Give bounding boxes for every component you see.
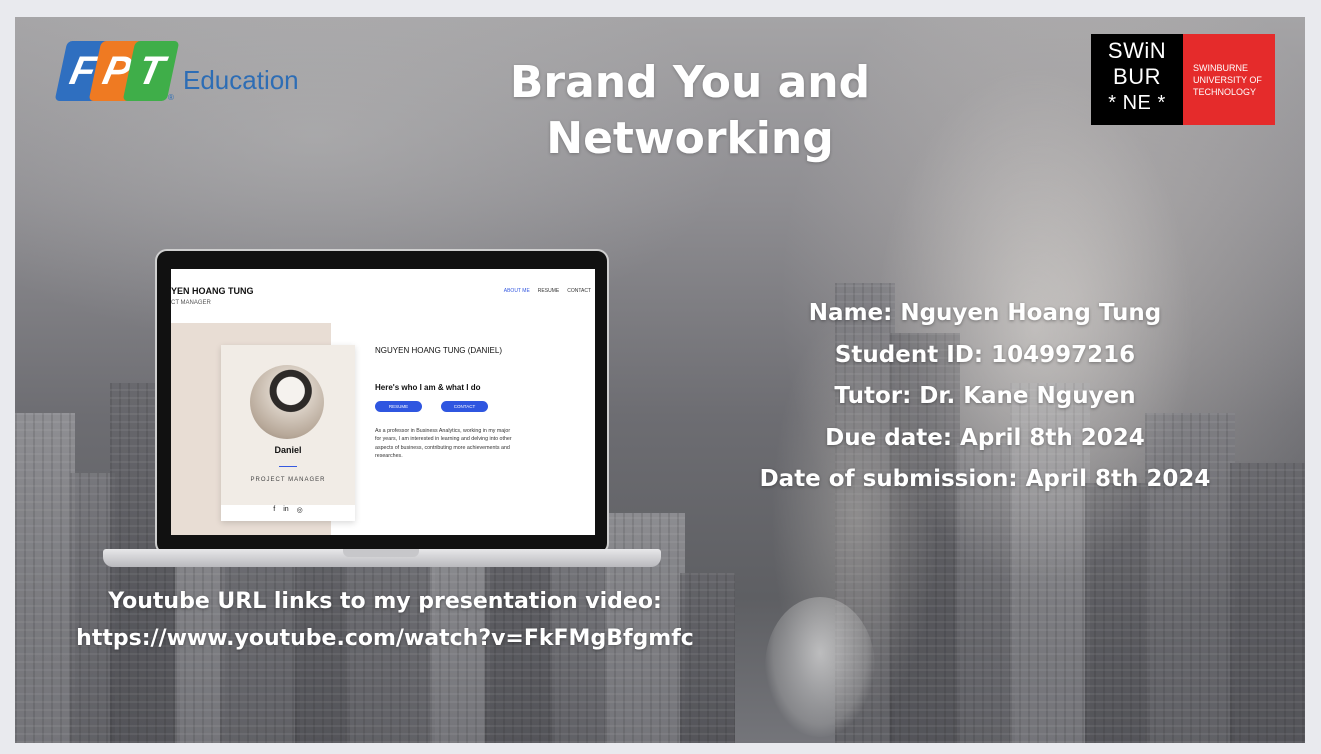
swinburne-name-line-2: UNIVERSITY OF (1193, 74, 1262, 85)
fpt-education-text: Education (183, 65, 299, 95)
profile-card-divider (279, 466, 297, 467)
blueprint-roll (765, 597, 875, 737)
submission-date: Date of submission: April 8th 2024 (759, 466, 1211, 492)
youtube-url-link[interactable]: https://www.youtube.com/watch?v=FkFMgBfg… (35, 620, 735, 657)
linkedin-icon[interactable]: in (283, 506, 288, 514)
hero-bio: As a professor in Business Analytics, wo… (375, 428, 512, 460)
swinburne-line-2: BUR (1113, 64, 1161, 89)
site-nav: ABOUT ME RESUME CONTACT (504, 288, 591, 294)
swinburne-line-3: * NE * (1108, 92, 1166, 114)
nav-about-me[interactable]: ABOUT ME (504, 288, 530, 294)
profile-card: Daniel PROJECT MANAGER f in ◎ (221, 345, 355, 521)
fpt-registered-mark: ® (168, 93, 174, 102)
hero-subtitle: Here's who I am & what I do (375, 383, 481, 392)
profile-card-name: Daniel (274, 445, 302, 455)
nav-resume[interactable]: RESUME (538, 288, 559, 294)
site-header-role: CT MANAGER (171, 300, 211, 306)
swinburne-wordmark: SWiN BUR * NE * (1091, 34, 1183, 125)
fpt-education-logo: F P T ® Education (54, 41, 299, 117)
facebook-icon[interactable]: f (273, 506, 275, 514)
laptop-notch (343, 549, 419, 557)
portfolio-website-screen: YEN HOANG TUNG CT MANAGER ABOUT ME RESUM… (171, 269, 595, 535)
student-name: Name: Nguyen Hoang Tung (808, 300, 1162, 326)
contact-button[interactable]: CONTACT (441, 401, 488, 412)
tutor-name: Tutor: Dr. Kane Nguyen (834, 383, 1136, 409)
nav-contact[interactable]: CONTACT (567, 288, 591, 294)
site-header-name: YEN HOANG TUNG (171, 286, 254, 296)
student-id: Student ID: 104997216 (834, 341, 1136, 368)
swinburne-logo: SWiN BUR * NE * SWINBURNE UNIVERSITY OF … (1091, 34, 1275, 125)
swinburne-line-1: SWiN (1107, 38, 1167, 63)
resume-button[interactable]: RESUME (375, 401, 422, 412)
swinburne-name-line-3: TECHNOLOGY (1193, 86, 1257, 97)
due-date: Due date: April 8th 2024 (825, 424, 1145, 451)
slide-title: Brand You and Networking (509, 57, 871, 164)
youtube-label: Youtube URL links to my presentation vid… (108, 589, 662, 614)
laptop-mockup: YEN HOANG TUNG CT MANAGER ABOUT ME RESUM… (103, 249, 663, 571)
swinburne-university-text: SWINBURNE UNIVERSITY OF TECHNOLOGY (1183, 34, 1275, 125)
laptop-lid: YEN HOANG TUNG CT MANAGER ABOUT ME RESUM… (155, 249, 609, 555)
social-links: f in ◎ (221, 506, 355, 514)
swinburne-name-line-1: SWINBURNE (1193, 62, 1249, 73)
profile-card-role: PROJECT MANAGER (250, 477, 326, 483)
avatar (250, 365, 324, 439)
youtube-section: Youtube URL links to my presentation vid… (35, 583, 735, 657)
slide-canvas: F P T ® Education SWiN BUR * NE * SWINBU… (15, 17, 1305, 743)
hero-name: NGUYEN HOANG TUNG (DANIEL) (375, 346, 502, 355)
instagram-icon[interactable]: ◎ (297, 506, 303, 514)
student-info: Name: Nguyen Hoang Tung Student ID: 1049… (737, 293, 1233, 501)
